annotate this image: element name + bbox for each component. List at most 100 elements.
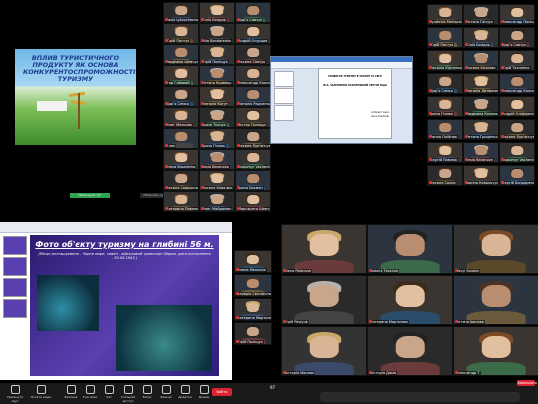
participant-tile[interactable]: Юрій Ткаченко [499, 50, 535, 71]
participant-tile[interactable]: Наталія Юрченко [427, 50, 463, 71]
participant-tile[interactable]: Наталія Когут [199, 86, 235, 107]
participant-tile[interactable]: Оксана Козлова [463, 50, 499, 71]
participant-tile[interactable]: Оксана Савчук [235, 44, 271, 65]
participant-tile[interactable]: Андрій Оліфіренко [499, 96, 535, 117]
participant-tile[interactable]: Катерина Мартинюк [367, 275, 453, 325]
participant-tile[interactable]: Юрій Поліщук [234, 322, 272, 345]
participant-tile[interactable]: Olena Poliarush [281, 224, 367, 274]
page-thumb[interactable] [274, 105, 294, 121]
participant-name: Олександр Ключник [501, 89, 535, 93]
participant-tile[interactable]: Оксана Лук'янчук [499, 119, 535, 140]
participant-tile[interactable]: Liubomyr Vachenko [235, 149, 271, 170]
participant-tile[interactable]: Олег Майданюк [199, 191, 235, 212]
participant-tile[interactable]: Дарʼя Савчук [499, 27, 535, 48]
participant-tile[interactable]: Олена Мельник [234, 250, 272, 273]
participant-tile[interactable]: Lyudmila Mertsalova [427, 4, 463, 25]
toolbar-button[interactable]: Чат [100, 385, 118, 399]
participant-tile[interactable]: Тетяна Ганчук [463, 4, 499, 25]
toolbar-button[interactable]: Спільний доступ [119, 385, 137, 403]
toolbar-label: Учасники [82, 395, 98, 399]
participant-tile[interactable]: Сергій Бондаренко [499, 165, 535, 186]
participant-tile[interactable]: Іванна Ковальчук [463, 165, 499, 186]
participant-tile[interactable]: Людмила Козлова [463, 96, 499, 117]
participant-tile[interactable]: Тетяна Іванова [453, 275, 538, 325]
toolbar-button[interactable]: Учасники [81, 385, 99, 399]
slide-thumb[interactable] [3, 278, 27, 297]
participant-tile[interactable]: Віктор Поліщук [235, 107, 271, 128]
participant-tile[interactable]: Олександр Поліщук [499, 4, 535, 25]
participant-name: Андрій Оліфіренко [501, 112, 535, 116]
participant-tile[interactable]: Катерина Павлюк [163, 191, 199, 212]
slide-thumb[interactable] [3, 257, 27, 276]
participant-tile[interactable]: Olena Kosarenko [163, 149, 199, 170]
muted-mic-icon [369, 269, 372, 272]
participant-tile[interactable]: Оксана Ковалюк [199, 170, 235, 191]
participant-tile[interactable]: Сергій Павлюк [427, 142, 463, 163]
participant-tile[interactable]: Ірина Гілова [199, 128, 235, 149]
page-thumb[interactable] [274, 71, 294, 87]
participant-tile[interactable]: Ірина Бакман [235, 170, 271, 191]
participant-tile[interactable]: Ганна Олійник [427, 119, 463, 140]
participant-tile[interactable]: Маргарита Шевчук [235, 191, 271, 212]
participant-tile[interactable]: Юрій Пастух [427, 27, 463, 48]
participant-tile[interactable]: Андрій Огурцов [235, 23, 271, 44]
toolbar-button[interactable]: Безпека [62, 385, 80, 399]
participant-tile[interactable]: Юрій Поліщук [199, 44, 235, 65]
participant-tile[interactable]: Олександр Т [453, 326, 538, 376]
participant-tile[interactable]: Vasyl Sorokin [453, 224, 538, 274]
participant-tile[interactable]: Юлія Бондар [199, 2, 235, 23]
participant-tile[interactable]: Lesia Baranova [463, 142, 499, 163]
participant-tile[interactable]: Тетяна Кравець [199, 65, 235, 86]
toolbar-button[interactable]: Реакції [157, 385, 175, 399]
toolbar-button[interactable]: Додатки [176, 385, 194, 399]
participant-tile[interactable]: Pavlo Lytovchenko [163, 2, 199, 23]
participant-tile[interactable]: Клон [163, 128, 199, 149]
participant-tile[interactable]: Юлія Бондар [463, 27, 499, 48]
participant-tile[interactable]: Олег Мельник [163, 107, 199, 128]
video-button[interactable]: Почати відео [30, 385, 52, 399]
participant-tile[interactable]: Оксана Лук'янчук [235, 128, 271, 149]
mute-button[interactable]: Увімкнути звук [4, 385, 26, 403]
participant-tile[interactable]: Вікторія Дяків [367, 326, 453, 376]
remote-control-button[interactable]: Натиснути тут [70, 193, 110, 198]
participant-name: Оксана Лук'янчук [237, 144, 271, 148]
end-button[interactable]: Завершити [517, 380, 537, 386]
slide-subtitle: (Місце розташування - Чорне море, човен … [38, 252, 211, 260]
participant-tile[interactable]: Вікторія Маслюк [281, 326, 367, 376]
leave-button[interactable]: Вийти [212, 388, 232, 396]
participant-tile[interactable]: Людмила Шевчук [163, 44, 199, 65]
participant-tile[interactable]: Дарʼя Савчук [235, 2, 271, 23]
participant-tile[interactable]: Natalia Tkachuk [367, 224, 453, 274]
participant-tile[interactable]: Юрій Пастух [163, 23, 199, 44]
participant-tile[interactable]: Олександр Ключник [499, 73, 535, 94]
muted-mic-icon [165, 60, 168, 63]
participant-face [247, 27, 259, 37]
participant-tile[interactable]: Валерія Світлична [234, 274, 272, 297]
participant-tile[interactable]: Оксана Сахно [427, 165, 463, 186]
participant-tile[interactable]: Наталія Литвиненко [463, 73, 499, 94]
participant-tile[interactable]: Ігор Гайовий [163, 65, 199, 86]
participant-tile[interactable]: Наталія Радченко [235, 86, 271, 107]
participant-face [475, 169, 487, 179]
participant-tile[interactable]: Ірина Гілова [427, 96, 463, 117]
participant-name: Lyudmila Mertsalova [429, 20, 463, 24]
participant-tile[interactable]: Катерина Мартинюк [234, 298, 272, 321]
participant-tile[interactable]: Дарʼя Семко [163, 86, 199, 107]
participant-tile[interactable]: Оксана Саврасова [163, 170, 199, 191]
slide-thumb[interactable] [3, 236, 27, 255]
slide-thumb[interactable] [3, 299, 27, 318]
participant-tile[interactable]: Lilia Bondarenko [199, 23, 235, 44]
participant-face [175, 6, 187, 16]
muted-mic-icon [165, 102, 168, 105]
participant-tile[interactable]: Олександр Ключник [235, 65, 271, 86]
participant-tile[interactable]: Тетяна Гриценко [463, 119, 499, 140]
participant-tile[interactable]: Юрій Pavlyuk [281, 275, 367, 325]
participant-tile[interactable]: Дарʼя Семко [427, 73, 463, 94]
page-thumb[interactable] [274, 88, 294, 104]
toolbar-button[interactable]: Запис [138, 385, 156, 399]
participant-tile[interactable]: Lesia Baranova [199, 149, 235, 170]
participant-name: Олександр Т [455, 371, 481, 375]
participant-tile[interactable]: Liubomyr Vachenko [499, 142, 535, 163]
participant-tile[interactable]: Ірина Ткачук [199, 107, 235, 128]
toolbar-button[interactable]: Дошки [195, 385, 213, 399]
